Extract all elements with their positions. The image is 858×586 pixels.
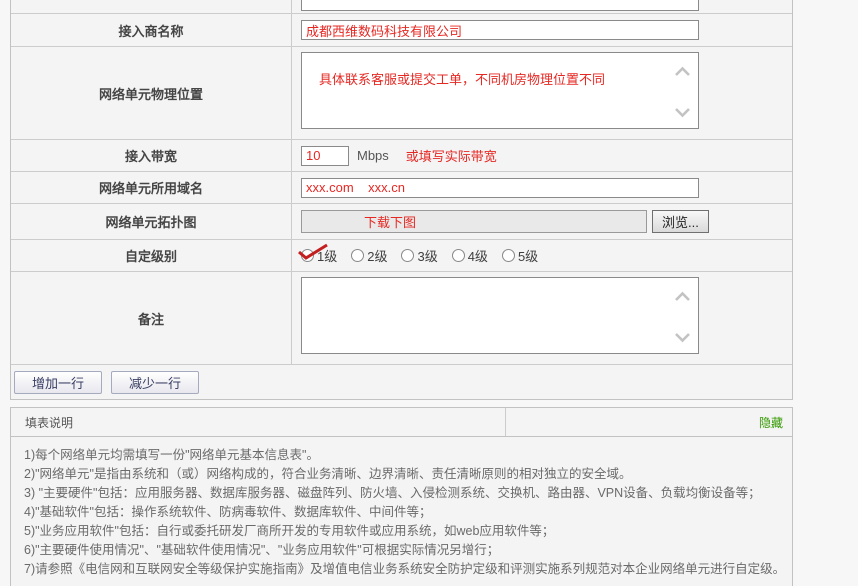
bandwidth-unit: Mbps	[357, 148, 389, 163]
bandwidth-label: 接入带宽	[11, 140, 292, 171]
radio-level-4[interactable]: 4级	[452, 246, 488, 265]
add-row-button[interactable]: 增加一行	[14, 371, 102, 394]
browse-button[interactable]: 浏览...	[652, 210, 709, 233]
remove-row-button[interactable]: 减少一行	[111, 371, 199, 394]
self-level-label: 自定级别	[11, 240, 292, 271]
table-row: 网络单元所用域名	[11, 172, 792, 204]
radio-circle-icon[interactable]	[502, 249, 515, 262]
domains-input[interactable]	[301, 178, 699, 198]
radio-label: 1级	[317, 246, 337, 265]
provider-name-input[interactable]	[301, 20, 699, 40]
notes-panel: 1)每个网络单元均需填写一份"网络单元基本信息表"。 2)"网络单元"是指由系统…	[10, 437, 793, 586]
radio-level-3[interactable]: 3级	[401, 246, 437, 265]
clipped-top-input[interactable]	[301, 0, 699, 11]
radio-label: 3级	[417, 246, 437, 265]
remarks-label: 备注	[11, 272, 292, 364]
note-line-7: 7)请参照《电信网和互联网安全等级保护实施指南》及增值电信业务系统安全防护定级和…	[24, 560, 782, 579]
radio-label: 4级	[468, 246, 488, 265]
note-line-5: 5)"业务应用软件"包括：自行或委托研发厂商所开发的专用软件或应用系统，如web…	[24, 522, 782, 541]
bandwidth-input[interactable]	[301, 146, 349, 166]
table-row: 网络单元拓扑图 下载下图 浏览...	[11, 204, 792, 240]
notes-section-header: 填表说明 隐藏	[10, 407, 793, 437]
remarks-textarea[interactable]	[301, 277, 699, 354]
topology-label: 网络单元拓扑图	[11, 204, 292, 239]
scroll-down-icon[interactable]	[673, 107, 692, 118]
radio-circle-icon[interactable]	[301, 249, 314, 262]
table-row: 自定级别 1级 2级 3级	[11, 240, 792, 272]
physical-location-label: 网络单元物理位置	[11, 47, 292, 139]
scroll-up-icon[interactable]	[673, 291, 692, 302]
scroll-down-icon[interactable]	[673, 332, 692, 343]
radio-label: 5级	[518, 246, 538, 265]
table-row: 接入商名称	[11, 14, 792, 47]
note-line-4: 4)"基础软件"包括：操作系统软件、防病毒软件、数据库软件、中间件等；	[24, 503, 782, 522]
notes-title: 填表说明	[11, 408, 506, 436]
radio-circle-icon[interactable]	[401, 249, 414, 262]
scroll-up-icon[interactable]	[673, 66, 692, 77]
note-line-6: 6)"主要硬件使用情况"、"基础软件使用情况"、"业务应用软件"可根据实际情况另…	[24, 541, 782, 560]
note-line-2: 2)"网络单元"是指由系统和（或）网络构成的，符合业务清晰、边界清晰、责任清晰原…	[24, 465, 782, 484]
radio-circle-icon[interactable]	[351, 249, 364, 262]
table-row: 接入带宽 Mbps 或填写实际带宽	[11, 140, 792, 172]
physical-location-textarea[interactable]: 具体联系客服或提交工单，不同机房物理位置不同	[301, 52, 699, 129]
action-button-row: 增加一行 减少一行	[11, 365, 792, 399]
note-line-3: 3) "主要硬件"包括：应用服务器、数据库服务器、磁盘阵列、防火墙、入侵检测系统…	[24, 484, 782, 503]
radio-level-2[interactable]: 2级	[351, 246, 387, 265]
topology-file-text: 下载下图	[364, 212, 416, 231]
domains-label: 网络单元所用域名	[11, 172, 292, 203]
table-row	[11, 0, 792, 14]
level-radio-group: 1级 2级 3级 4级	[301, 246, 552, 265]
network-unit-form-table: 接入商名称 网络单元物理位置 具体联系客服或提交工单，不同机房物理位置不同 接入…	[10, 0, 793, 400]
bandwidth-hint: 或填写实际带宽	[406, 146, 497, 165]
topology-file-field[interactable]: 下载下图	[301, 210, 647, 233]
table-row: 网络单元物理位置 具体联系客服或提交工单，不同机房物理位置不同	[11, 47, 792, 140]
hide-notes-link[interactable]: 隐藏	[759, 414, 783, 431]
table-row: 备注	[11, 272, 792, 365]
radio-label: 2级	[367, 246, 387, 265]
provider-name-label: 接入商名称	[11, 14, 292, 46]
radio-circle-icon[interactable]	[452, 249, 465, 262]
note-line-1: 1)每个网络单元均需填写一份"网络单元基本信息表"。	[24, 446, 782, 465]
radio-level-5[interactable]: 5级	[502, 246, 538, 265]
radio-level-1[interactable]: 1级	[301, 246, 337, 265]
clipped-row-label	[11, 0, 292, 13]
